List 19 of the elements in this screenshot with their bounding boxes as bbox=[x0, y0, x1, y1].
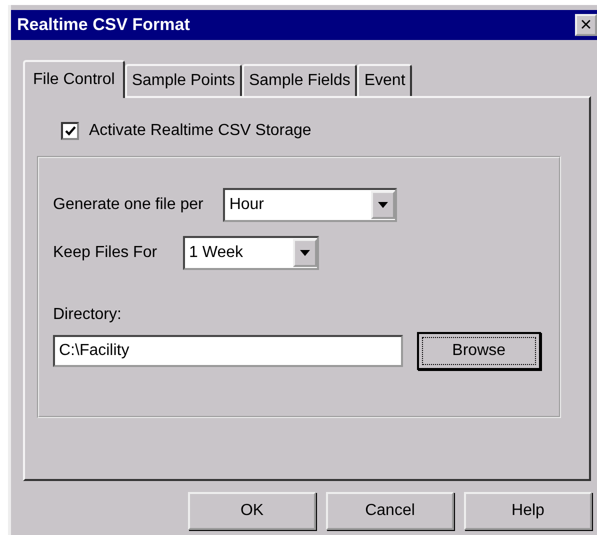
tab[interactable]: File Control bbox=[23, 60, 125, 98]
window-title: Realtime CSV Format bbox=[17, 15, 190, 35]
field-label: Generate one file per bbox=[53, 196, 204, 214]
dialog-button[interactable]: OK bbox=[188, 492, 316, 530]
dialog-button[interactable]: Help bbox=[464, 492, 592, 530]
dialog-button[interactable]: Cancel bbox=[326, 492, 454, 530]
close-button[interactable]: × bbox=[575, 14, 597, 36]
tab[interactable]: Sample Fields bbox=[242, 64, 358, 96]
dropdown[interactable]: Hour bbox=[223, 188, 398, 222]
tab[interactable]: Sample Points bbox=[124, 64, 242, 96]
field-label: Directory: bbox=[53, 306, 122, 324]
dropdown[interactable]: 1 Week bbox=[183, 236, 320, 270]
check-mark-icon bbox=[64, 126, 76, 136]
browse-button[interactable]: Browse bbox=[416, 332, 541, 370]
checkbox-label: Activate Realtime CSV Storage bbox=[89, 122, 312, 140]
input-field[interactable]: C:\Facility bbox=[53, 335, 403, 367]
tab[interactable]: Event bbox=[357, 64, 412, 96]
checkbox[interactable] bbox=[61, 122, 79, 140]
field-label: Keep Files For bbox=[53, 244, 158, 262]
